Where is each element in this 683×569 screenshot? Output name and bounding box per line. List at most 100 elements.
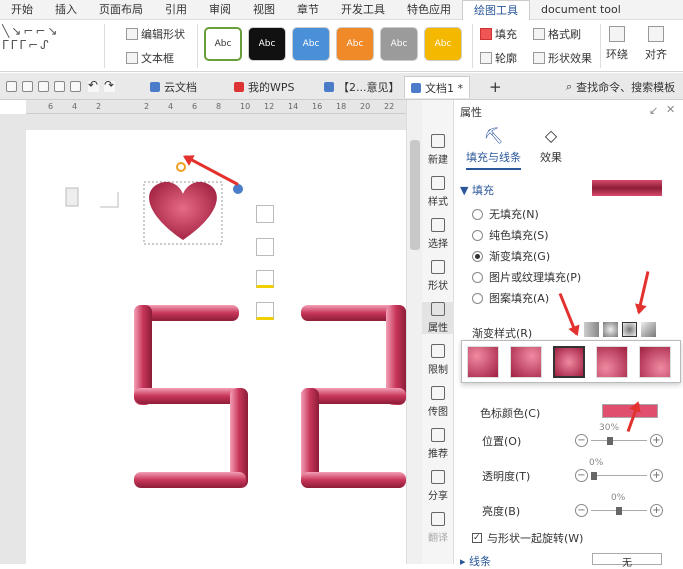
cube-icon: ◇ (544, 126, 558, 145)
sidebar-icon (431, 344, 445, 358)
slider-knob[interactable] (616, 507, 622, 515)
position-label: 位置(O) (482, 435, 522, 448)
shape-style-swatch[interactable]: Abc (204, 27, 242, 61)
tab-fill-line[interactable]: ⛏ 填充与线条 (466, 126, 521, 170)
minus-icon[interactable]: − (575, 504, 588, 517)
document-tab[interactable]: 我的WPS (228, 76, 301, 98)
command-search[interactable]: ⌕ 查找命令、搜索模板 (560, 76, 681, 98)
sidebar-item[interactable]: 传图 (422, 386, 454, 418)
transparency-slider[interactable]: −0% + (575, 458, 663, 483)
save-icon[interactable] (22, 81, 33, 92)
panel-pin-icon[interactable]: ↙ (649, 104, 658, 117)
format-brush-button[interactable]: 格式刷 (533, 26, 581, 42)
radio-label: 图片或纹理填充(P) (489, 271, 582, 284)
scroll-thumb[interactable] (410, 140, 420, 250)
path-gradient-icon[interactable] (641, 322, 656, 337)
gradient-preset[interactable] (596, 346, 628, 378)
document-tab[interactable]: 云文档 (144, 76, 203, 98)
fill-section-header[interactable]: ▼ 填充 (460, 182, 494, 198)
outline-button[interactable]: 轮廓 (480, 50, 517, 66)
fill-radio[interactable]: 纯色填充(S) (472, 227, 549, 243)
rotate-with-shape-checkbox[interactable]: ✓ 与形状一起旋转(W) (472, 530, 583, 546)
fill-button[interactable]: 填充 (480, 26, 517, 42)
fill-radio[interactable]: 图案填充(A) (472, 290, 549, 306)
align-button[interactable]: 对齐 (645, 26, 667, 62)
gradient-preset[interactable] (467, 346, 499, 378)
new-tab-button[interactable]: + (483, 76, 508, 98)
textbox-button[interactable]: 文本框 (126, 50, 174, 66)
shape-style-swatch[interactable]: Abc (292, 27, 330, 61)
brightness-slider[interactable]: − 0% + (575, 493, 663, 518)
menu-item[interactable]: 特色应用 (396, 0, 462, 20)
menu-item[interactable]: 页面布局 (88, 0, 154, 20)
radial-gradient-icon[interactable] (603, 322, 618, 337)
sidebar-item[interactable]: 新建 (422, 134, 454, 166)
sidebar-item[interactable]: 分享 (422, 470, 454, 502)
document-tab[interactable]: 【2...意见】 (318, 76, 406, 98)
document-tab[interactable]: 文档1 * (404, 76, 470, 98)
redo-icon[interactable]: ↷ (104, 79, 115, 92)
gradient-preset[interactable] (639, 346, 671, 378)
line-dropdown[interactable]: 无 (592, 553, 662, 569)
folder-icon[interactable] (6, 81, 17, 92)
gradient-style-buttons[interactable] (584, 322, 662, 337)
sidebar-item[interactable]: 选择 (422, 218, 454, 250)
menu-item[interactable]: 开发工具 (330, 0, 396, 20)
sidebar-item[interactable]: 形状 (422, 260, 454, 292)
gradient-preset[interactable] (510, 346, 542, 378)
close-icon[interactable]: ✕ (666, 103, 675, 116)
undo-icon[interactable]: ↶ (88, 79, 99, 92)
sidebar-item[interactable]: 限制 (422, 344, 454, 376)
linear-gradient-icon[interactable] (584, 322, 599, 337)
plus-icon[interactable]: + (650, 504, 663, 517)
shapes-gallery[interactable]: ╲↘⌐⌐↘ ᒥᒥᒥ⌐ᔑ (2, 24, 100, 68)
menu-item[interactable]: 插入 (44, 0, 88, 20)
line-section-header[interactable]: ▸ 线条 (460, 553, 491, 569)
sidebar-item[interactable]: 推荐 (422, 428, 454, 460)
minus-icon[interactable]: − (575, 469, 588, 482)
preview-icon[interactable] (70, 81, 81, 92)
menu-item[interactable]: 审阅 (198, 0, 242, 20)
document-page[interactable] (26, 130, 406, 564)
shape-style-swatch[interactable]: Abc (336, 27, 374, 61)
menu-item[interactable]: document tool (530, 0, 632, 20)
sidebar-icon (431, 470, 445, 484)
sidebar-label: 形状 (428, 281, 448, 292)
fill-bucket-icon[interactable] (256, 270, 274, 288)
plus-icon[interactable]: + (650, 434, 663, 447)
menu-item[interactable]: 章节 (286, 0, 330, 20)
rect-gradient-icon[interactable] (622, 322, 637, 337)
vertical-scrollbar[interactable] (406, 100, 422, 564)
wrap-icon (609, 26, 625, 42)
edit-shape-button[interactable]: 编辑形状 (126, 26, 185, 42)
menu-item[interactable]: 引用 (154, 0, 198, 20)
minus-icon[interactable]: − (575, 434, 588, 447)
pdf-icon[interactable] (38, 81, 49, 92)
menu-item[interactable]: 视图 (242, 0, 286, 20)
gradient-preset-selected[interactable] (553, 346, 585, 378)
slider-knob[interactable] (591, 472, 597, 480)
fill-radio[interactable]: 图片或纹理填充(P) (472, 269, 581, 285)
outline-pen-icon[interactable] (256, 302, 274, 320)
edit-shape-icon[interactable] (256, 238, 274, 256)
plus-icon[interactable]: + (650, 469, 663, 482)
horizontal-ruler[interactable]: 6 4 2 2 4 6 8 10 12 14 16 18 20 22 (26, 100, 406, 114)
print-icon[interactable] (54, 81, 65, 92)
wrap-button[interactable]: 环绕 (606, 26, 628, 62)
position-slider[interactable]: − 30% + (575, 423, 663, 448)
layout-option-icon[interactable] (256, 205, 274, 223)
sidebar-item[interactable]: 样式 (422, 176, 454, 208)
shape-style-swatch[interactable]: Abc (424, 27, 462, 61)
shape-effect-button[interactable]: 形状效果 (533, 50, 592, 66)
menu-item[interactable]: 开始 (0, 0, 44, 20)
sidebar-item[interactable]: 属性 (422, 302, 454, 334)
shape-style-swatch[interactable]: Abc (380, 27, 418, 61)
fill-radio[interactable]: 渐变填充(G) (472, 248, 550, 264)
fill-preview-swatch (592, 180, 662, 196)
fill-radio[interactable]: 无填充(N) (472, 206, 539, 222)
sidebar-item[interactable]: 翻译 (422, 512, 454, 544)
shape-style-swatch[interactable]: Abc (248, 27, 286, 61)
menu-item[interactable]: 绘图工具 (462, 0, 530, 20)
slider-knob[interactable] (607, 437, 613, 445)
tab-effect[interactable]: ◇ 效果 (540, 126, 562, 165)
